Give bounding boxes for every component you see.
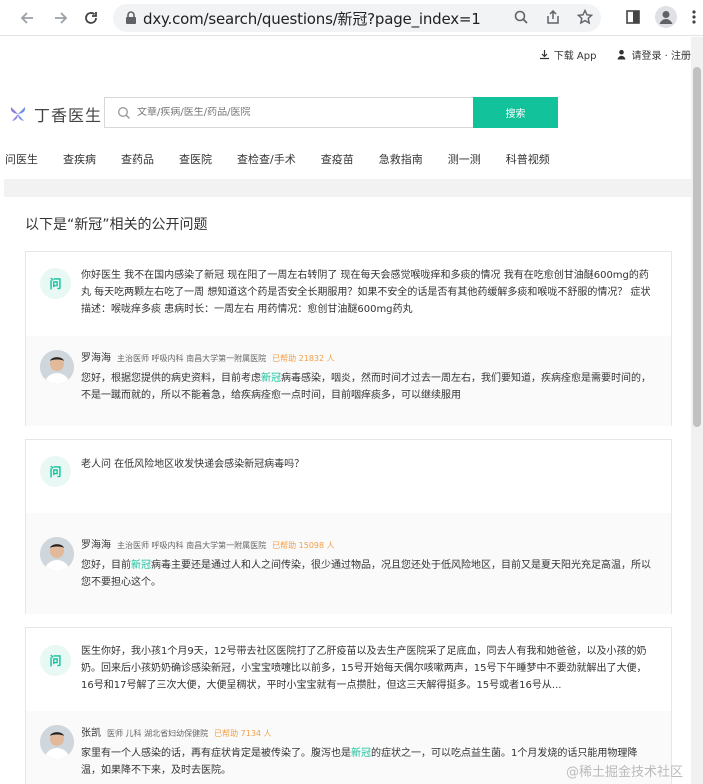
download-icon	[539, 50, 549, 60]
user-icon	[617, 49, 626, 60]
nav-item-quiz[interactable]: 测一测	[448, 151, 481, 167]
question-badge: 问	[40, 456, 71, 487]
browser-toolbar: dxy.com/search/questions/新冠?page_index=1	[0, 0, 703, 36]
forward-icon[interactable]	[49, 7, 71, 29]
helped-count: 已帮助 15098 人	[272, 541, 335, 550]
doctor-info: 罗海海 主治医师 呼吸内科 南昌大学第一附属医院 已帮助 15098 人	[81, 536, 335, 551]
kebab-menu-icon[interactable]	[691, 9, 697, 29]
page-title: 以下是“新冠”相关的公开问题	[25, 217, 208, 233]
answer-text-part: 家里有一个人感染的话，再有症状肯定是被传染了。腹泻也是	[81, 748, 351, 759]
main-nav: 问医生 查疾病 查药品 查医院 查检查/手术 查疫苗 急救指南 测一测 科普视频	[5, 151, 575, 167]
login-link[interactable]: 请登录 · 注册	[616, 47, 691, 62]
download-app-label: 下载 App	[553, 51, 597, 62]
back-icon[interactable]	[17, 7, 39, 29]
question-text[interactable]: 你好医生 我不在国内感染了新冠 现在阳了一周左右转阴了 现在每天会感觉喉咙痒和多…	[81, 267, 657, 318]
keyword-highlight: 新冠	[131, 560, 151, 571]
zoom-icon[interactable]	[513, 9, 529, 29]
doctor-avatar[interactable]	[40, 537, 74, 571]
section-divider	[4, 179, 691, 197]
scrollbar[interactable]	[691, 37, 703, 784]
sidebar-toggle-icon[interactable]	[625, 9, 641, 29]
doctor-name[interactable]: 张凯	[81, 724, 101, 739]
nav-item-ask-doctor[interactable]: 问医生	[5, 151, 38, 167]
share-icon[interactable]	[545, 9, 561, 29]
answer-block: 罗海海 主治医师 呼吸内科 南昌大学第一附属医院 已帮助 21832 人 您好，…	[26, 336, 671, 426]
doctor-avatar[interactable]	[40, 725, 74, 759]
login-label: 请登录 · 注册	[631, 51, 691, 62]
top-links: 下载 App 请登录 · 注册	[539, 47, 691, 62]
nav-item-drugs[interactable]: 查药品	[121, 151, 154, 167]
question-badge: 问	[40, 268, 71, 299]
scrollbar-thumb[interactable]	[693, 67, 701, 427]
answer-text[interactable]: 您好，根据您提供的病史资料，目前考虑新冠病毒感染，咽炎，然而时间才过去一周左右，…	[81, 370, 657, 404]
answer-text[interactable]: 您好，目前新冠病毒主要还是通过人和人之间传染，很少通过物品，况且您还处于低风险地…	[81, 557, 657, 591]
question-text[interactable]: 医生你好，我小孩1个月9天，12号带去社区医院打了乙肝疫苗以及去生产医院采了足底…	[81, 643, 657, 694]
doctor-title: 主治医师 呼吸内科 南昌大学第一附属医院	[117, 541, 267, 550]
nav-item-vaccines[interactable]: 查疫苗	[321, 151, 354, 167]
address-bar[interactable]: dxy.com/search/questions/新冠?page_index=1	[113, 4, 601, 32]
question-badge: 问	[40, 645, 71, 676]
keyword-highlight: 新冠	[351, 748, 371, 759]
watermark: @稀土掘金技术社区	[565, 765, 683, 780]
page-content: 下载 App 请登录 · 注册 丁香医生 搜索 问医生 查疾病 查药品 查医院 …	[0, 37, 691, 784]
url-text: dxy.com/search/questions/新冠?page_index=1	[143, 9, 481, 28]
download-app-link[interactable]: 下载 App	[539, 47, 597, 62]
nav-item-diseases[interactable]: 查疾病	[63, 151, 96, 167]
nav-item-hospitals[interactable]: 查医院	[179, 151, 212, 167]
bookmark-star-icon[interactable]	[576, 8, 594, 29]
question-text[interactable]: 老人问 在低风险地区收发快递会感染新冠病毒吗？	[81, 456, 657, 473]
doctor-avatar[interactable]	[40, 350, 74, 384]
site-logo[interactable]: 丁香医生	[8, 102, 102, 126]
answer-text-part: 您好，目前	[81, 560, 131, 571]
keyword-highlight: 新冠	[261, 373, 281, 384]
helped-count: 已帮助 21832 人	[272, 354, 335, 363]
doctor-title: 医师 儿科 湖北省妇幼保健院	[107, 729, 209, 738]
search-button[interactable]: 搜索	[473, 97, 558, 128]
clove-logo-icon	[10, 107, 26, 121]
nav-item-tests[interactable]: 查检查/手术	[237, 151, 296, 167]
doctor-name[interactable]: 罗海海	[81, 349, 111, 364]
search-box	[104, 97, 473, 128]
helped-count: 已帮助 7134 人	[214, 729, 272, 738]
qa-card[interactable]: 问 老人问 在低风险地区收发快递会感染新冠病毒吗？ 罗海海 主治医师 呼吸内科 …	[25, 439, 672, 614]
answer-block: 罗海海 主治医师 呼吸内科 南昌大学第一附属医院 已帮助 15098 人 您好，…	[26, 513, 671, 614]
doctor-name[interactable]: 罗海海	[81, 536, 111, 551]
doctor-info: 张凯 医师 儿科 湖北省妇幼保健院 已帮助 7134 人	[81, 724, 272, 739]
doctor-info: 罗海海 主治医师 呼吸内科 南昌大学第一附属医院 已帮助 21832 人	[81, 349, 335, 364]
answer-text-part: 病毒主要还是通过人和人之间传染，很少通过物品，况且您还处于低风险地区，目前又是夏…	[81, 560, 651, 588]
search-input[interactable]	[137, 107, 457, 118]
profile-avatar-icon[interactable]	[655, 6, 677, 32]
nav-item-first-aid[interactable]: 急救指南	[379, 151, 423, 167]
nav-item-videos[interactable]: 科普视频	[506, 151, 550, 167]
answer-text-part: 您好，根据您提供的病史资料，目前考虑	[81, 373, 261, 384]
qa-card[interactable]: 问 你好医生 我不在国内感染了新冠 现在阳了一周左右转阴了 现在每天会感觉喉咙痒…	[25, 251, 672, 426]
logo-text: 丁香医生	[34, 106, 103, 125]
reload-icon[interactable]	[80, 7, 102, 29]
lock-icon[interactable]	[125, 11, 137, 25]
doctor-title: 主治医师 呼吸内科 南昌大学第一附属医院	[117, 354, 267, 363]
search-icon	[118, 106, 130, 119]
